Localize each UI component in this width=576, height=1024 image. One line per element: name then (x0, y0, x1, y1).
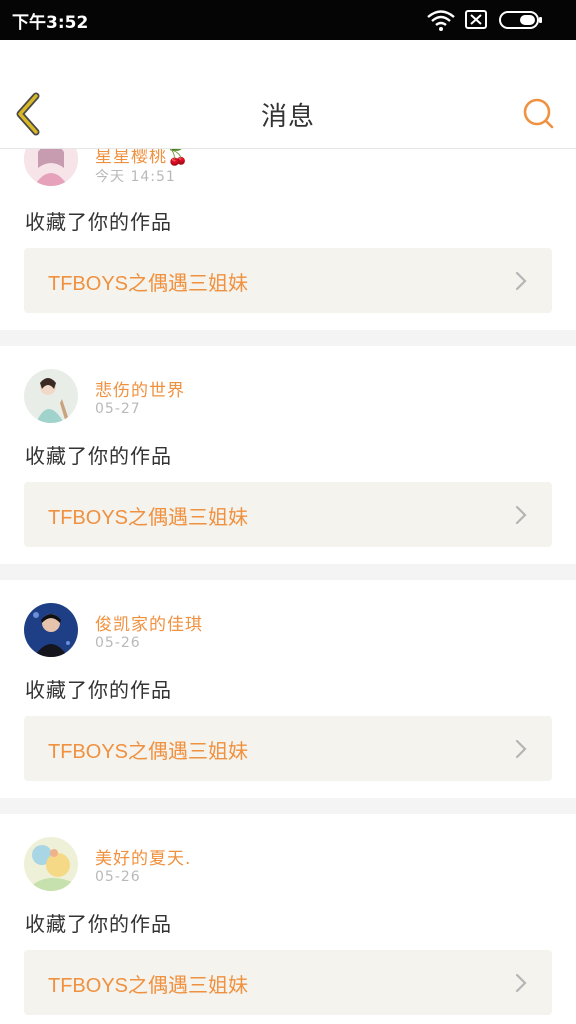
page-title: 消息 (260, 102, 315, 132)
action-text: 收藏了你的作品 (25, 444, 172, 468)
work-link[interactable]: TFBOYS之偶遇三姐妹 (24, 482, 552, 547)
sim-disabled-icon (465, 10, 487, 29)
status-icons (426, 9, 566, 31)
action-text: 收藏了你的作品 (25, 912, 172, 936)
user-name[interactable]: 俊凯家的佳琪 (95, 610, 203, 635)
user-name[interactable]: 悲伤的世界 (95, 376, 185, 401)
avatar[interactable] (24, 369, 78, 423)
work-link[interactable]: TFBOYS之偶遇三姐妹 (24, 716, 552, 781)
message-card: 星星樱桃🍒 今天 14:51 收藏了你的作品 TFBOYS之偶遇三姐妹 (0, 149, 576, 330)
work-link[interactable]: TFBOYS之偶遇三姐妹 (24, 248, 552, 313)
action-text: 收藏了你的作品 (25, 210, 172, 234)
message-card: 悲伤的世界 05-27 收藏了你的作品 TFBOYS之偶遇三姐妹 (0, 346, 576, 564)
status-time: 下午3:52 (12, 13, 89, 33)
action-text: 收藏了你的作品 (25, 678, 172, 702)
user-name[interactable]: 美好的夏天. (95, 844, 191, 869)
avatar[interactable] (24, 837, 78, 891)
wifi-icon (427, 10, 455, 31)
battery-icon (499, 11, 542, 29)
chevron-right-icon (515, 271, 527, 291)
message-time: 05-27 (95, 401, 141, 417)
message-time: 05-26 (95, 635, 141, 651)
chevron-right-icon (515, 973, 527, 993)
search-button[interactable] (520, 96, 556, 132)
work-title: TFBOYS之偶遇三姐妹 (48, 273, 249, 295)
work-title: TFBOYS之偶遇三姐妹 (48, 975, 249, 997)
status-bar: 下午3:52 (0, 0, 576, 40)
message-list[interactable]: 星星樱桃🍒 今天 14:51 收藏了你的作品 TFBOYS之偶遇三姐妹 悲伤的世… (0, 149, 576, 1024)
search-icon (523, 98, 554, 129)
avatar[interactable] (24, 603, 78, 657)
work-title: TFBOYS之偶遇三姐妹 (48, 507, 249, 529)
user-name[interactable]: 星星樱桃🍒 (95, 149, 189, 167)
app-header: 消息 (0, 40, 576, 149)
chevron-right-icon (515, 739, 527, 759)
message-card: 俊凯家的佳琪 05-26 收藏了你的作品 TFBOYS之偶遇三姐妹 (0, 580, 576, 798)
work-title: TFBOYS之偶遇三姐妹 (48, 741, 249, 763)
message-time: 今天 14:51 (95, 169, 176, 185)
message-card: 美好的夏天. 05-26 收藏了你的作品 TFBOYS之偶遇三姐妹 (0, 814, 576, 1024)
work-link[interactable]: TFBOYS之偶遇三姐妹 (24, 950, 552, 1015)
chevron-right-icon (515, 505, 527, 525)
message-time: 05-26 (95, 869, 141, 885)
avatar[interactable] (24, 149, 78, 186)
